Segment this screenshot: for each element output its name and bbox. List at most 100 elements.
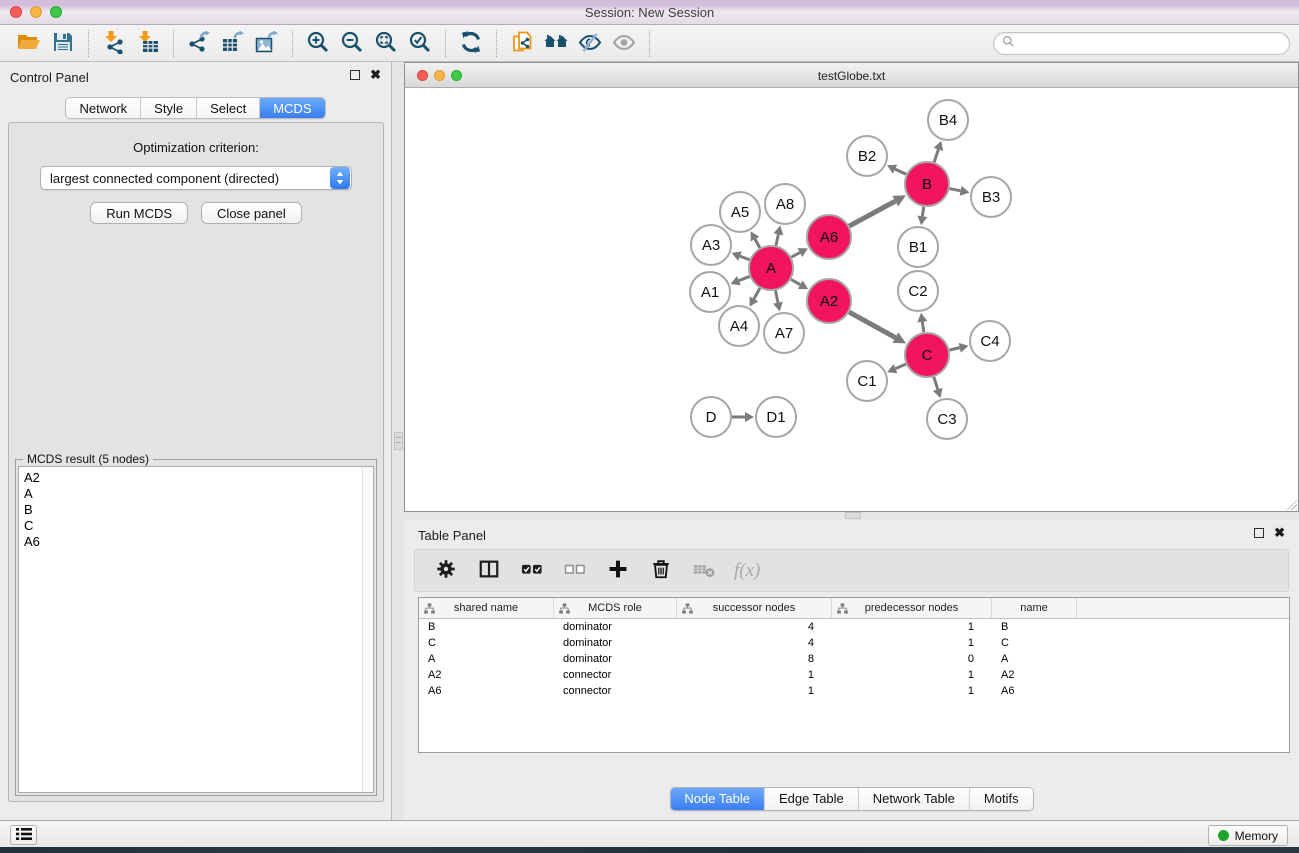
result-item[interactable]: A	[24, 486, 357, 502]
horizontal-splitter-grip[interactable]	[845, 512, 861, 519]
zoom-fit-button[interactable]	[369, 28, 403, 58]
import-network-button[interactable]	[97, 28, 131, 58]
edge-A-A7[interactable]	[776, 291, 778, 303]
table-row[interactable]: Adominator80A	[419, 651, 1289, 667]
edge-A-A4[interactable]	[754, 288, 760, 299]
column-visibility-button[interactable]	[476, 558, 502, 584]
node-label-A8: A8	[776, 196, 794, 213]
new-network-from-selection-icon	[510, 30, 534, 57]
mcds-result-title: MCDS result (5 nodes)	[23, 452, 153, 466]
table-row[interactable]: A2connector11A2	[419, 667, 1289, 683]
task-history-button[interactable]	[10, 825, 37, 845]
tab-select[interactable]: Select	[197, 98, 260, 118]
table-settings-button[interactable]	[433, 558, 459, 584]
edge-A-A2[interactable]	[791, 279, 800, 284]
tab-mcds[interactable]: MCDS	[260, 98, 324, 118]
edge-C-C4[interactable]	[949, 348, 959, 350]
float-table-panel-icon[interactable]	[1254, 528, 1264, 538]
column-header-successor-nodes[interactable]: successor nodes	[677, 598, 832, 618]
tab-style[interactable]: Style	[141, 98, 197, 118]
edge-B-B1[interactable]	[922, 207, 923, 217]
zoom-in-button[interactable]	[301, 28, 335, 58]
zoom-out-button[interactable]	[335, 28, 369, 58]
edge-B-B4[interactable]	[934, 149, 938, 162]
export-image-button[interactable]	[250, 28, 284, 58]
hide-selected-button[interactable]	[573, 28, 607, 58]
criterion-dropdown[interactable]: largest connected component (directed)	[40, 166, 352, 190]
search-field[interactable]	[993, 32, 1290, 55]
edge-A-A5[interactable]	[755, 239, 760, 248]
zoom-in-icon	[306, 30, 330, 57]
deselect-all-icon	[564, 558, 586, 583]
close-table-panel-icon[interactable]: ✖	[1274, 527, 1285, 539]
search-input[interactable]	[1015, 37, 1289, 51]
result-item[interactable]: A6	[24, 534, 357, 550]
export-table-button[interactable]	[216, 28, 250, 58]
network-view-window: testGlobe.txt B4B2BB3A8A5A6A3B1AC2A1A2A4…	[404, 62, 1299, 512]
table-toolbar: f(x)	[414, 549, 1289, 592]
result-item[interactable]: C	[24, 518, 357, 534]
float-panel-icon[interactable]	[350, 70, 360, 80]
edge-A2-C[interactable]	[849, 312, 895, 338]
zoom-out-icon	[340, 30, 364, 57]
tab-network[interactable]: Network	[66, 98, 141, 118]
app-window: Session: New Session Control Panel ✖ Net…	[0, 0, 1299, 853]
save-session-icon	[51, 30, 75, 57]
import-table-button[interactable]	[131, 28, 165, 58]
result-item[interactable]: A2	[24, 470, 357, 486]
node-label-A2: A2	[820, 293, 838, 310]
tab-motifs[interactable]: Motifs	[970, 788, 1033, 810]
network-canvas[interactable]: B4B2BB3A8A5A6A3B1AC2A1A2A4A7C4CC1C3DD1	[405, 88, 1298, 511]
arrowhead-icon	[917, 216, 927, 226]
column-label: successor nodes	[713, 602, 796, 614]
memory-button[interactable]: Memory	[1208, 825, 1288, 846]
select-all-button[interactable]	[519, 558, 545, 584]
delete-table-disabled-button	[691, 558, 717, 584]
edge-A-A3[interactable]	[740, 256, 750, 260]
save-session-button[interactable]	[46, 28, 80, 58]
new-network-from-selection-button[interactable]	[505, 28, 539, 58]
export-network-button[interactable]	[182, 28, 216, 58]
close-panel-icon[interactable]: ✖	[370, 69, 381, 81]
cell-predecessor-nodes: 1	[832, 635, 992, 651]
cell-name: A6	[992, 683, 1077, 699]
open-session-button[interactable]	[12, 28, 46, 58]
tab-node-table[interactable]: Node Table	[670, 788, 765, 810]
network-window-titlebar[interactable]: testGlobe.txt	[405, 63, 1298, 88]
cell-successor-nodes: 1	[677, 667, 832, 683]
column-header-MCDS-role[interactable]: MCDS role	[554, 598, 677, 618]
edge-A-A8[interactable]	[776, 234, 778, 245]
edge-C-C3[interactable]	[934, 377, 938, 389]
table-row[interactable]: A6connector11A6	[419, 683, 1289, 699]
memory-status-icon	[1218, 830, 1229, 841]
tab-network-table[interactable]: Network Table	[859, 788, 970, 810]
edge-B-B2[interactable]	[895, 169, 906, 174]
tab-edge-table[interactable]: Edge Table	[765, 788, 859, 810]
edge-A-A1[interactable]	[739, 276, 750, 280]
edge-C-C2[interactable]	[922, 322, 923, 333]
run-mcds-button[interactable]: Run MCDS	[90, 202, 188, 224]
show-hidden-disabled-button[interactable]	[607, 28, 641, 58]
table-row[interactable]: Bdominator41B	[419, 619, 1289, 635]
add-entry-button[interactable]	[605, 558, 631, 584]
zoom-selected-button[interactable]	[403, 28, 437, 58]
edge-A6-B[interactable]	[849, 201, 895, 226]
vertical-splitter-grip[interactable]	[394, 432, 403, 450]
column-label: name	[1020, 602, 1048, 614]
edge-B-B3[interactable]	[950, 189, 961, 191]
edge-A-A6[interactable]	[791, 253, 800, 258]
result-scrollbar[interactable]	[362, 467, 373, 792]
result-item[interactable]: B	[24, 502, 357, 518]
column-header-predecessor-nodes[interactable]: predecessor nodes	[832, 598, 992, 618]
refresh-layout-button[interactable]	[454, 28, 488, 58]
column-header-shared-name[interactable]: shared name	[419, 598, 554, 618]
delete-entry-button[interactable]	[648, 558, 674, 584]
mcds-result-list[interactable]: A2ABCA6	[19, 467, 362, 792]
column-header-name[interactable]: name	[992, 598, 1077, 618]
show-all-button[interactable]	[539, 28, 573, 58]
cell-successor-nodes: 4	[677, 619, 832, 635]
table-row[interactable]: Cdominator41C	[419, 635, 1289, 651]
deselect-all-button[interactable]	[562, 558, 588, 584]
close-panel-button[interactable]: Close panel	[201, 202, 302, 224]
edge-C-C1[interactable]	[895, 364, 905, 369]
